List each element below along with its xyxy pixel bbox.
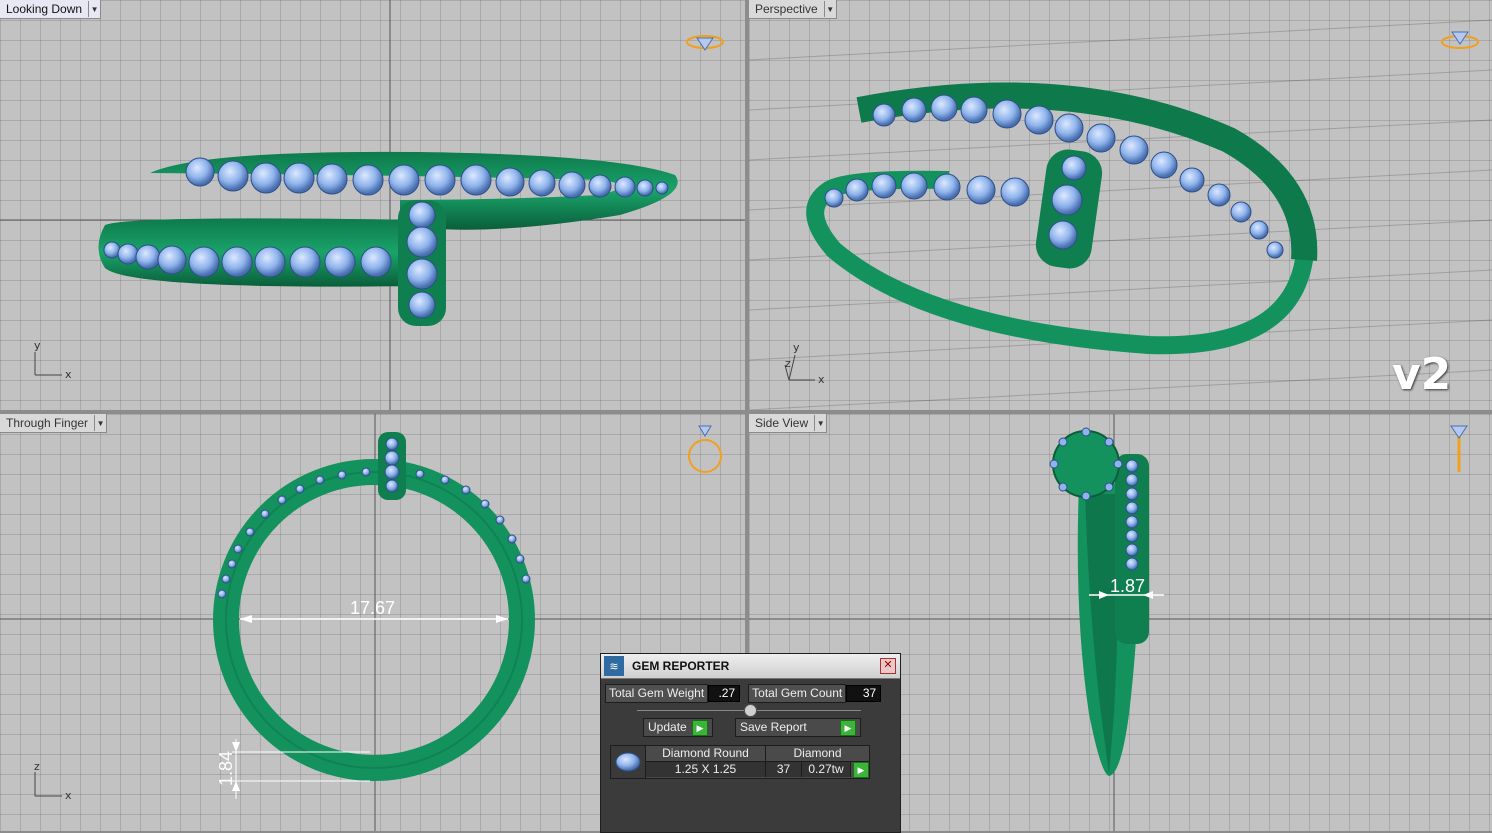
svg-text:1.84: 1.84 xyxy=(216,751,236,786)
viewport-label: Perspective xyxy=(755,2,818,16)
viewport-menu-dropdown-icon[interactable]: ▼ xyxy=(94,415,106,431)
gem-table-weight: 0.27tw xyxy=(802,762,851,777)
viewport-menu-dropdown-icon[interactable]: ▼ xyxy=(823,1,836,17)
svg-text:x: x xyxy=(65,368,72,381)
axis-gizmo: z x xyxy=(34,760,72,802)
viewport-tab-looking-down[interactable]: Looking Down ▼ xyxy=(0,0,102,19)
axis-gizmo: y x xyxy=(34,339,72,381)
gem-table-size: 1.25 X 1.25 xyxy=(646,762,766,777)
svg-text:y: y xyxy=(34,339,41,352)
play-icon: ▶ xyxy=(840,719,856,736)
total-gem-weight-value: .27 xyxy=(708,685,741,702)
viewport-menu-dropdown-icon[interactable]: ▼ xyxy=(88,1,100,17)
viewport-perspective[interactable]: Perspective ▼ y z x v2 xyxy=(749,0,1492,410)
svg-text:z: z xyxy=(34,760,40,773)
gem-reporter-panel: ≋ GEM REPORTER ✕ Total Gem Weight .27 To… xyxy=(600,653,901,833)
close-icon[interactable]: ✕ xyxy=(880,658,896,674)
gem-view-widget-icon[interactable] xyxy=(686,35,724,51)
total-gem-count-label: Total Gem Count xyxy=(748,684,847,703)
viewport-tab-perspective[interactable]: Perspective ▼ xyxy=(749,0,837,19)
svg-text:x: x xyxy=(65,789,72,802)
svg-text:z: z xyxy=(785,357,791,370)
gem-table-count: 37 xyxy=(766,762,802,777)
ring-band xyxy=(213,459,535,781)
axis-gizmo: y z x xyxy=(784,341,825,386)
perspective-scene: y z x xyxy=(749,19,1492,410)
viewport-tab-through-finger[interactable]: Through Finger ▼ xyxy=(0,414,108,433)
gem-reporter-title: GEM REPORTER xyxy=(632,659,730,673)
gem-table-header-material: Diamond xyxy=(766,746,870,762)
looking-down-scene: y x xyxy=(0,0,745,410)
version-badge: v2 xyxy=(1392,349,1452,400)
total-gem-count-value: 37 xyxy=(846,685,882,702)
play-icon: ▶ xyxy=(692,719,708,736)
svg-text:17.67: 17.67 xyxy=(350,598,395,618)
save-report-button-label: Save Report xyxy=(740,720,807,734)
gem-view-widget-icon[interactable] xyxy=(1441,31,1479,49)
svg-text:x: x xyxy=(818,373,825,386)
viewport-tab-side-view[interactable]: Side View ▼ xyxy=(749,414,828,433)
viewport-label: Through Finger xyxy=(6,416,89,430)
gem-reporter-logo-icon: ≋ xyxy=(604,656,624,676)
gem-table: Diamond Round Diamond 1.25 X 1.25 37 0.2… xyxy=(610,745,870,779)
slider-handle[interactable] xyxy=(744,704,757,717)
svg-text:1.87: 1.87 xyxy=(1110,576,1145,596)
gem-reporter-titlebar[interactable]: ≋ GEM REPORTER ✕ xyxy=(601,654,900,679)
viewport-label: Side View xyxy=(755,416,809,430)
viewport-menu-dropdown-icon[interactable]: ▼ xyxy=(814,415,826,431)
total-gem-weight-label: Total Gem Weight xyxy=(605,684,709,703)
gem-row-play-icon[interactable]: ▶ xyxy=(853,762,869,778)
gem-view-widget-icon[interactable] xyxy=(1450,425,1468,472)
gem-view-widget-icon[interactable] xyxy=(688,425,722,473)
gem-thumbnail[interactable] xyxy=(611,746,646,778)
svg-text:y: y xyxy=(793,341,800,354)
update-button[interactable]: Update ▶ xyxy=(643,718,713,737)
save-report-button[interactable]: Save Report ▶ xyxy=(735,718,861,737)
viewport-label: Looking Down xyxy=(6,2,83,16)
inner-diameter-dimension: 17.67 xyxy=(240,598,508,623)
viewport-looking-down[interactable]: Looking Down ▼ y x xyxy=(0,0,745,410)
gem-table-header-shape: Diamond Round xyxy=(646,746,766,762)
update-button-label: Update xyxy=(648,720,687,734)
